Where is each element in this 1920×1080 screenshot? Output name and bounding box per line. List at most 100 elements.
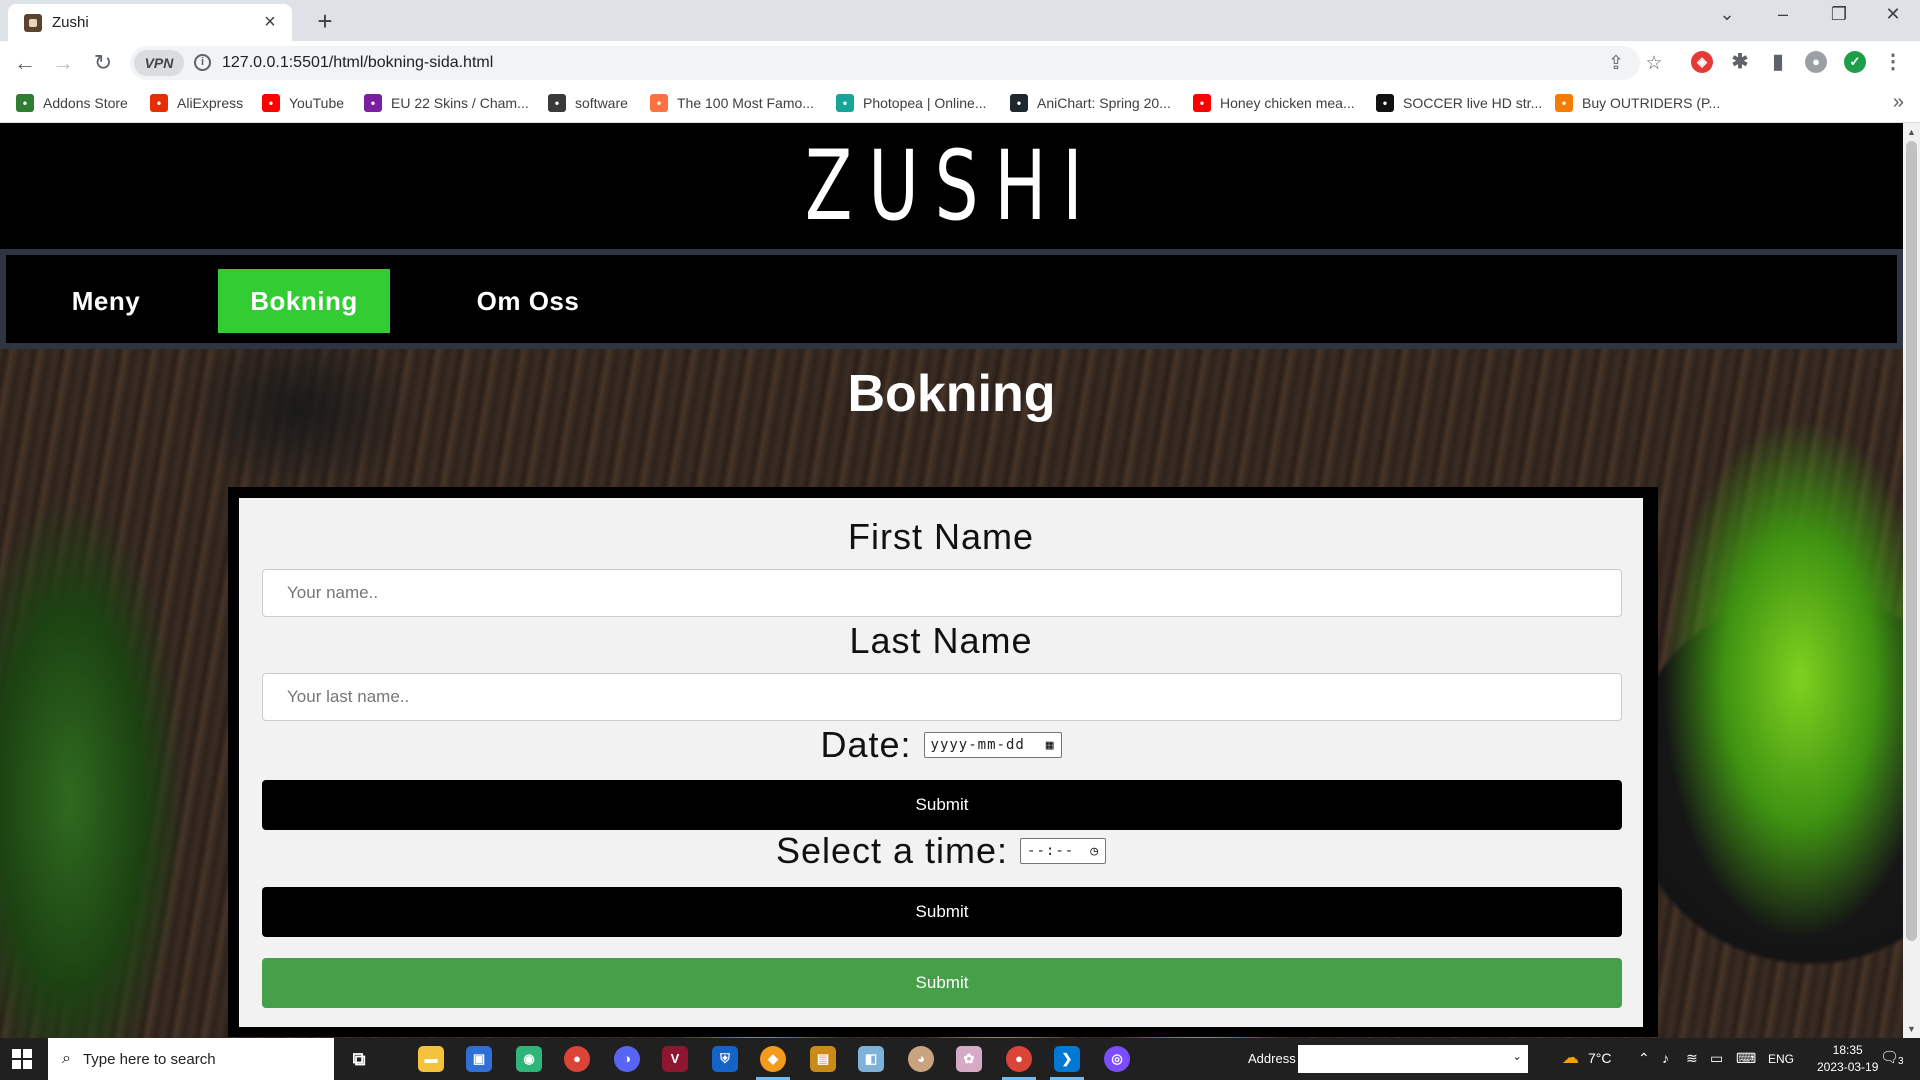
url-text[interactable]: 127.0.0.1:5501/html/bokning-sida.html	[222, 54, 493, 72]
bookmark-item[interactable]: • EU 22 Skins / Cham...	[364, 94, 529, 112]
nav-item-bokning[interactable]: Bokning	[218, 269, 390, 333]
bookmark-item[interactable]: • software	[548, 94, 628, 112]
menu-kebab-icon[interactable]: ⋮	[1882, 51, 1904, 73]
address-toolbar-input[interactable]: ⌄	[1298, 1045, 1528, 1073]
first-name-input[interactable]: Your name..	[262, 569, 1622, 617]
bookmark-item[interactable]: • The 100 Most Famo...	[650, 94, 814, 112]
bookmark-label: Photopea | Online...	[863, 95, 987, 111]
date-row: Date: yyyy-mm-dd ▦	[239, 724, 1643, 766]
language-indicator[interactable]: ENG	[1768, 1052, 1794, 1066]
page-scrollbar[interactable]: ▲ ▼	[1903, 123, 1920, 1038]
clock[interactable]: 18:35 2023-03-19	[1817, 1042, 1878, 1076]
nav-item-om-oss[interactable]: Om Oss	[438, 269, 618, 333]
keyboard-icon[interactable]: ⌨	[1736, 1050, 1756, 1067]
game-app-icon[interactable]: ◕	[908, 1046, 934, 1072]
submit-time-button[interactable]: Submit	[262, 887, 1622, 937]
nav-item-meny[interactable]: Meny	[36, 269, 176, 333]
scroll-down-arrow-icon[interactable]: ▼	[1907, 1024, 1916, 1034]
battery-icon[interactable]: ▭	[1710, 1050, 1723, 1067]
youtube-icon: •	[1193, 94, 1211, 112]
tab-search-chevron-icon[interactable]: ⌄	[1712, 4, 1742, 25]
notes-app-icon[interactable]: ◧	[858, 1046, 884, 1072]
calendar-icon[interactable]: ▦	[1046, 738, 1055, 753]
chrome-active-icon[interactable]: ●	[1002, 1046, 1036, 1080]
bookmark-item[interactable]: • AliExpress	[150, 94, 243, 112]
bookmarks-bar: • Addons Store • AliExpress • YouTube • EU 22 S…	[0, 85, 1920, 123]
bookmark-item[interactable]: • SOCCER live HD str...	[1376, 94, 1542, 112]
windows-start-icon[interactable]	[12, 1049, 32, 1069]
bookmark-item[interactable]: • Photopea | Online...	[836, 94, 987, 112]
minimize-button[interactable]: –	[1768, 4, 1798, 25]
anime-app-icon[interactable]: ✿	[956, 1046, 982, 1072]
bookmark-label: AliExpress	[177, 95, 244, 111]
last-name-input[interactable]: Your last name..	[262, 673, 1622, 721]
date-input[interactable]: yyyy-mm-dd ▦	[923, 732, 1062, 758]
bookmark-item[interactable]: • Honey chicken mea...	[1193, 94, 1355, 112]
addons-store-icon: •	[16, 94, 34, 112]
address-bar[interactable]: VPN i 127.0.0.1:5501/html/bokning-sida.h…	[130, 46, 1663, 80]
page-viewport: ZUSHI Meny Bokning Om Oss Bokning First …	[0, 123, 1903, 1038]
bookmark-item[interactable]: • YouTube	[262, 94, 344, 112]
weather-icon[interactable]: ☁	[1562, 1048, 1579, 1068]
site-logo[interactable]: ZUSHI	[805, 123, 1098, 249]
time-input[interactable]: --:-- ◷	[1020, 838, 1107, 864]
scroll-up-arrow-icon[interactable]: ▲	[1907, 127, 1916, 137]
outriders-icon: •	[1555, 94, 1573, 112]
bookmark-item[interactable]: • Addons Store	[16, 94, 128, 112]
network-icon[interactable]: ≋	[1686, 1050, 1698, 1067]
security-shield-icon[interactable]: ✓	[1844, 51, 1866, 73]
notification-center-icon[interactable]: 🗨	[1880, 1048, 1899, 1066]
profile-avatar-icon[interactable]: ●	[1805, 51, 1827, 73]
notification-count: 3	[1898, 1056, 1904, 1067]
discord-icon[interactable]: ◑	[614, 1046, 640, 1072]
weather-temp[interactable]: 7°C	[1588, 1050, 1612, 1066]
shield-app-icon[interactable]: ⛨	[712, 1046, 738, 1072]
teal-app-icon[interactable]: ◉	[516, 1046, 542, 1072]
bookmark-label: AniChart: Spring 20...	[1037, 95, 1171, 111]
clock-icon[interactable]: ◷	[1090, 844, 1099, 859]
file-explorer-icon[interactable]: ▬	[418, 1046, 444, 1072]
reload-button[interactable]: ↻	[88, 49, 118, 77]
store-icon[interactable]: ▣	[466, 1046, 492, 1072]
browser-tab[interactable]: Zushi ×	[8, 4, 292, 41]
task-view-icon[interactable]: ⧉	[346, 1046, 372, 1072]
valorant-icon[interactable]: V	[662, 1046, 688, 1072]
bookmark-label: Buy OUTRIDERS (P...	[1582, 95, 1721, 111]
site-header: ZUSHI	[0, 123, 1903, 249]
submit-date-button[interactable]: Submit	[262, 780, 1622, 830]
brave-browser-icon[interactable]: ◆	[756, 1046, 790, 1080]
bookmark-item[interactable]: • AniChart: Spring 20...	[1010, 94, 1171, 112]
bookmark-star-icon[interactable]: ☆	[1642, 52, 1666, 75]
back-button[interactable]: ←	[10, 49, 40, 77]
bookmark-label: Addons Store	[43, 95, 128, 111]
share-icon[interactable]: ⇪	[1604, 52, 1628, 75]
time-label: Select a time:	[775, 830, 1009, 871]
photopea-icon: •	[836, 94, 854, 112]
submit-booking-button[interactable]: Submit	[262, 958, 1622, 1008]
restore-button[interactable]: ❐	[1824, 4, 1854, 25]
close-tab-icon[interactable]: ×	[260, 11, 280, 34]
page-title: Bokning	[847, 365, 1056, 423]
main-nav: Meny Bokning Om Oss	[0, 249, 1903, 349]
forward-button[interactable]: →	[48, 49, 78, 77]
site-info-icon[interactable]: i	[194, 54, 211, 71]
bookmarks-overflow-icon[interactable]: »	[1893, 91, 1904, 114]
address-refresh-icon[interactable]: ↻	[1504, 1049, 1517, 1067]
tray-chevron-up-icon[interactable]: ⌃	[1638, 1050, 1650, 1067]
minecraft-icon[interactable]: ▤	[810, 1046, 836, 1072]
new-tab-button[interactable]: +	[310, 6, 340, 37]
vscode-icon[interactable]: ❯	[1050, 1046, 1084, 1080]
chrome-icon[interactable]: ●	[564, 1046, 590, 1072]
volume-icon[interactable]: ♪	[1662, 1050, 1669, 1066]
taskbar-search-box[interactable]: ⌕ Type here to search	[48, 1038, 334, 1080]
time-row: Select a time: --:-- ◷	[239, 830, 1643, 872]
scroll-thumb[interactable]	[1906, 141, 1917, 941]
bookmark-item[interactable]: • Buy OUTRIDERS (P...	[1555, 94, 1720, 112]
vpn-button[interactable]: VPN	[134, 50, 184, 76]
close-window-button[interactable]: ✕	[1878, 4, 1908, 25]
time-placeholder: --:--	[1027, 843, 1075, 859]
adblock-extension-icon[interactable]: ◈	[1691, 51, 1713, 73]
side-panel-icon[interactable]: ▮	[1767, 51, 1789, 73]
github-desktop-icon[interactable]: ◎	[1104, 1046, 1130, 1072]
extensions-puzzle-icon[interactable]: ✱	[1729, 51, 1751, 73]
